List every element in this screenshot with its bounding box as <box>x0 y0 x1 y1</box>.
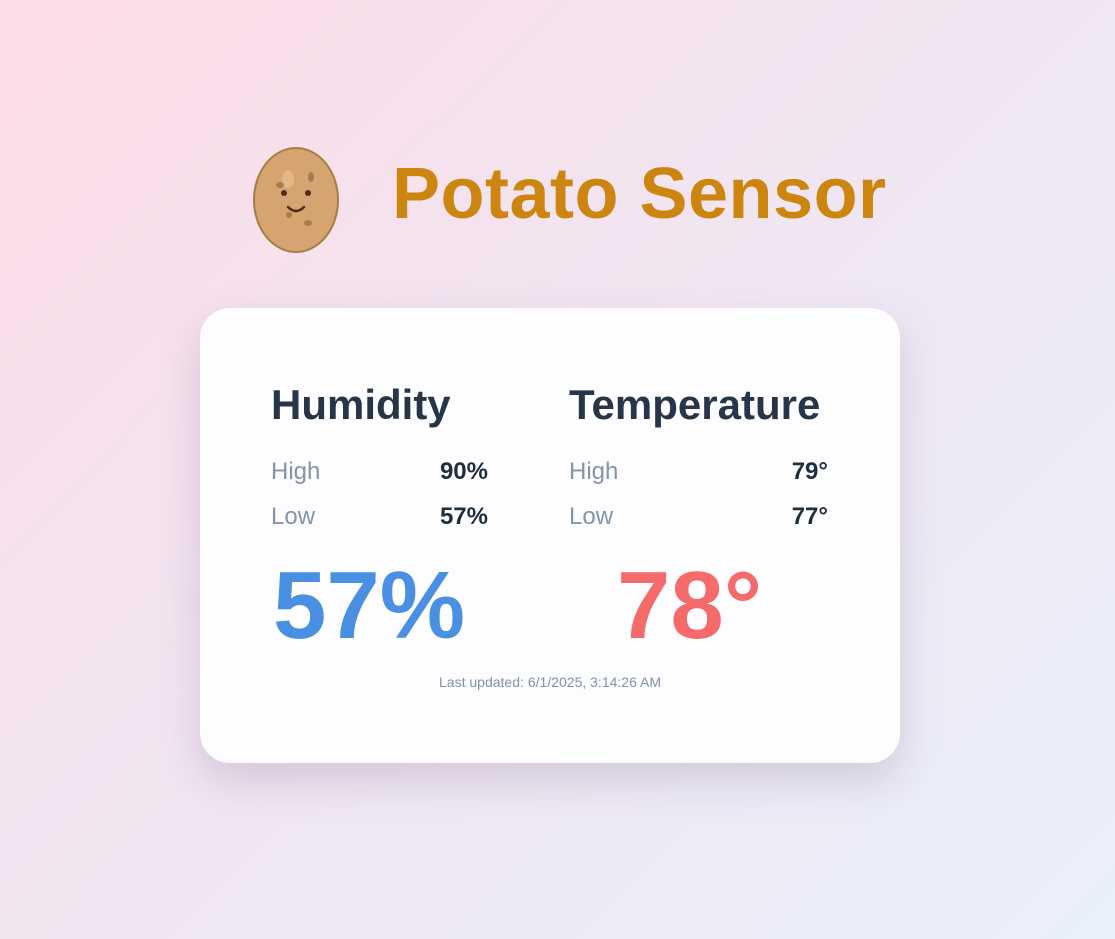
temperature-low-value: 77° <box>791 503 828 530</box>
potato-icon <box>253 147 339 253</box>
humidity-low-label: Low <box>271 503 316 530</box>
app-title: Potato Sensor <box>392 154 887 234</box>
last-updated-label: Last updated: <box>439 674 524 690</box>
humidity-high-row: High 90% <box>271 450 488 495</box>
humidity-section: Humidity High 90% Low 57% <box>271 378 488 540</box>
temperature-low-row: Low 77° <box>569 495 828 540</box>
sensor-card: Humidity High 90% Low 57% Temperature Hi… <box>200 308 900 763</box>
humidity-title: Humidity <box>271 381 451 428</box>
temperature-low-label: Low <box>569 503 614 530</box>
current-humidity-value: 57% <box>273 552 466 659</box>
last-updated-value: 6/1/2025, 3:14:26 AM <box>527 674 661 690</box>
app-header: Potato Sensor <box>250 143 950 257</box>
humidity-high-label: High <box>271 458 321 485</box>
current-temperature-value: 78° <box>617 552 763 659</box>
temperature-high-label: High <box>569 458 619 485</box>
last-updated: Last updated: 6/1/2025, 3:14:26 AM <box>200 674 900 690</box>
humidity-low-value: 57% <box>439 503 488 530</box>
humidity-low-row: Low 57% <box>271 495 488 540</box>
temperature-high-row: High 79° <box>569 450 828 495</box>
temperature-title: Temperature <box>569 381 821 428</box>
temperature-high-value: 79° <box>791 458 828 485</box>
humidity-high-value: 90% <box>439 458 488 485</box>
temperature-section: Temperature High 79° Low 77° <box>569 378 828 540</box>
